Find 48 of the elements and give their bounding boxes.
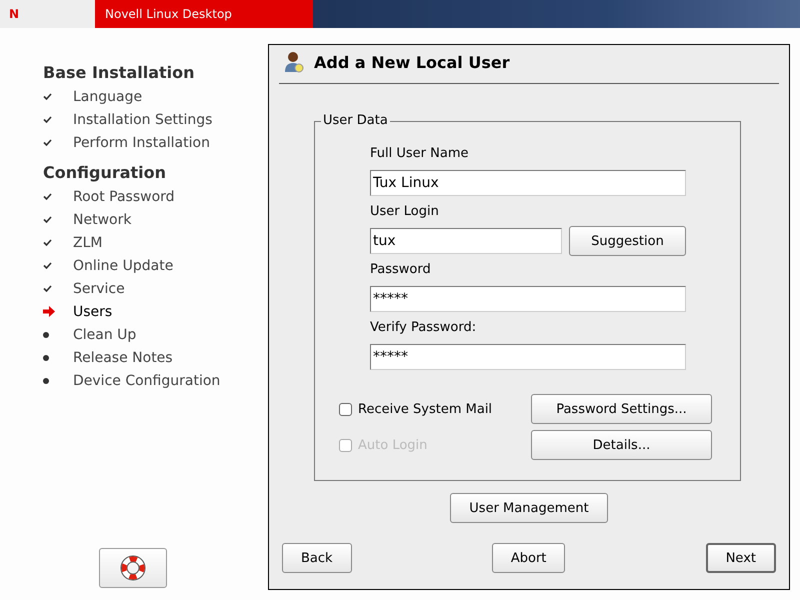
field-label: User Login [370, 204, 440, 221]
bullet-icon [43, 354, 49, 360]
field-label: Full User Name [370, 146, 470, 163]
check-icon [43, 239, 52, 246]
lifebuoy-icon [120, 555, 146, 581]
checkbox[interactable] [339, 402, 352, 416]
check-icon [43, 216, 52, 223]
password-field[interactable]: ***** [370, 286, 686, 312]
step-label: Service [73, 280, 125, 296]
check-icon [43, 116, 52, 123]
bullet-icon [43, 378, 49, 384]
bullet-icon [43, 332, 49, 338]
step-label: Clean Up [73, 326, 136, 342]
checkbox-label: Receive System Mail [358, 402, 492, 416]
suggestion-button[interactable]: Suggestion [569, 226, 686, 256]
dialog-title: Add a New Local User [314, 52, 510, 72]
check-icon [43, 139, 52, 146]
user-management-button[interactable]: User Management [450, 493, 608, 523]
user-icon [284, 51, 304, 73]
step-label: Release Notes [73, 350, 173, 366]
logo: N [9, 7, 20, 21]
field-label: Password [370, 262, 432, 279]
step-label: Root Password [73, 188, 175, 204]
nav-button[interactable]: Abort [492, 543, 566, 573]
step-label: Device Configuration [73, 372, 220, 388]
check-icon [43, 93, 52, 100]
step-label: Language [73, 88, 142, 104]
field-label: Verify Password: [370, 320, 478, 337]
check-icon [43, 285, 52, 292]
step-label: Online Update [73, 258, 174, 274]
check-icon [43, 193, 52, 200]
nav-button[interactable]: Next [706, 543, 776, 573]
options-button[interactable]: Password Settings... [531, 394, 712, 424]
check-icon [43, 262, 52, 269]
section-title: Base Installation [43, 63, 196, 82]
step-label: ZLM [73, 234, 102, 250]
step-label: Installation Settings [73, 112, 212, 128]
input-field[interactable]: Tux Linux [370, 170, 686, 196]
help-button[interactable] [99, 548, 167, 588]
step-label: Perform Installation [73, 134, 210, 150]
arrow-icon [43, 306, 55, 317]
input-field[interactable]: tux [370, 228, 562, 254]
step-label: Users [73, 304, 112, 320]
step-label: Network [73, 212, 132, 228]
header-title: Novell Linux Desktop [105, 7, 232, 21]
nav-button[interactable]: Back [282, 543, 352, 573]
password-field[interactable]: ***** [370, 344, 686, 370]
section-title: Configuration [43, 163, 168, 182]
